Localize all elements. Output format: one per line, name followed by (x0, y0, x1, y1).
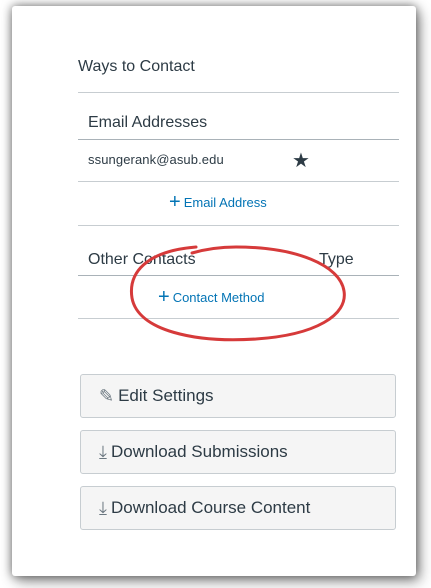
download-icon: ⤓ (99, 497, 107, 518)
divider (78, 92, 399, 93)
add-email-address-link[interactable]: + Email Address (169, 191, 267, 213)
red-circle-annotation (129, 245, 346, 342)
divider (78, 139, 399, 140)
ways-to-contact-heading: Ways to Contact (78, 58, 195, 75)
divider (78, 225, 399, 226)
edit-settings-button[interactable]: ✎ Edit Settings (80, 374, 396, 418)
download-submissions-button[interactable]: ⤓ Download Submissions (80, 430, 396, 474)
pencil-icon: ✎ (99, 385, 115, 406)
download-submissions-label: Download Submissions (110, 442, 288, 461)
star-icon[interactable]: ★ (292, 148, 310, 173)
add-email-address-label: Email Address (183, 194, 267, 210)
download-icon: ⤓ (99, 441, 107, 462)
email-address-value[interactable]: ssungerank@asub.edu (88, 152, 224, 167)
edit-settings-label: Edit Settings (118, 386, 214, 405)
plus-icon: + (169, 191, 181, 213)
download-course-content-button[interactable]: ⤓ Download Course Content (80, 486, 396, 530)
email-addresses-title: Email Addresses (88, 114, 208, 131)
divider (78, 181, 399, 182)
download-course-content-label: Download Course Content (110, 498, 311, 517)
